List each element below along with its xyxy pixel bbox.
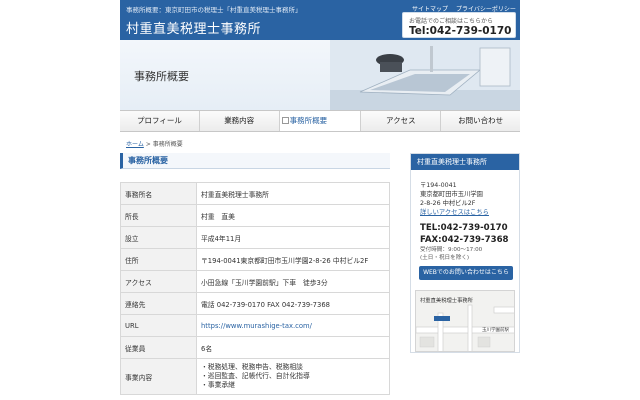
- sidebar-phone-fax: TEL:042-739-0170 FAX:042-739-7368: [420, 222, 509, 246]
- sidebar-tel[interactable]: TEL:042-739-0170: [420, 222, 509, 234]
- address-line-2: 2-8-26 中村ビル2F: [420, 200, 476, 207]
- row-key: 連絡先: [120, 292, 197, 315]
- closed-days: (土日・祝日を除く): [420, 255, 470, 261]
- office-overview-table: 事務所名 村重直美税理士事務所 所長 村重 直美 設立 平成4年11月 住所 〒194-…: [120, 182, 390, 395]
- breadcrumb-current: 事務所概要: [152, 141, 183, 148]
- row-value: 小田急線「玉川学園前駅」下車 徒歩3分: [196, 270, 390, 293]
- row-key: 設立: [120, 226, 197, 249]
- list-item: 事業承継: [201, 381, 385, 390]
- contact-note: お電話でのご相談はこちらから: [409, 18, 494, 25]
- site-header: 事務所概要：東京町田市の税理士「村重直美税理士事務所」 村重直美税理士事務所 サ…: [120, 0, 520, 40]
- nav-services[interactable]: 業務内容: [200, 111, 280, 131]
- breadcrumb: ホーム > 事務所概要: [126, 139, 183, 148]
- sidebar-contact-card: 村重直美税理士事務所 〒194-0041 東京都町田市玉川学園 2-8-26 中…: [410, 153, 520, 353]
- table-row: 住所 〒194-0041東京都町田市玉川学園2-8-26 中村ビル2F: [120, 248, 390, 271]
- map-station-label: 玉川学園前駅: [482, 328, 509, 333]
- list-item: 税務処理、税務申告、税務相談: [201, 363, 385, 372]
- address-line-1: 東京都町田市玉川学園: [420, 191, 483, 198]
- nav-office-overview[interactable]: 事務所概要: [279, 111, 362, 131]
- sidebar-hours: 受付時間：9:00～17:00 (土日・祝日を除く): [420, 246, 482, 262]
- row-value: 村重 直美: [196, 204, 390, 227]
- row-key: URL: [120, 314, 197, 337]
- table-row: 事務所名 村重直美税理士事務所: [120, 182, 390, 205]
- business-list: 税務処理、税務申告、税務相談 巡回監査、記帳代行、自計化指導 事業承継: [201, 363, 385, 390]
- row-key: アクセス: [120, 270, 197, 293]
- table-row: 事業内容 税務処理、税務申告、税務相談 巡回監査、記帳代行、自計化指導 事業承継: [120, 358, 390, 395]
- table-row: URL https://www.murashige-tax.com/: [120, 314, 390, 337]
- sidebar-title: 村重直美税理士事務所: [411, 154, 519, 170]
- nav-office-overview-label: 事務所概要: [289, 116, 328, 125]
- nav-contact[interactable]: お問い合わせ: [441, 111, 520, 131]
- table-row: アクセス 小田急線「玉川学園前駅」下車 徒歩3分: [120, 270, 390, 293]
- banner-title: 事務所概要: [134, 70, 189, 83]
- sidebar-address: 〒194-0041 東京都町田市玉川学園 2-8-26 中村ビル2F 詳しいアク…: [420, 181, 489, 217]
- row-value: 平成4年11月: [196, 226, 390, 249]
- map-office-label: 村重直美税理士事務所: [420, 298, 473, 304]
- row-key: 所長: [120, 204, 197, 227]
- row-value: 電話 042-739-0170 FAX 042-739-7368: [196, 292, 390, 315]
- business-hours: 受付時間：9:00～17:00: [420, 247, 483, 253]
- table-row: 従業員 6名: [120, 336, 390, 359]
- row-key: 住所: [120, 248, 197, 271]
- nav-profile[interactable]: プロフィール: [120, 111, 200, 131]
- website-url-link[interactable]: https://www.murashige-tax.com/: [201, 322, 312, 330]
- postal-code: 〒194-0041: [420, 182, 457, 189]
- breadcrumb-separator: >: [145, 141, 151, 148]
- row-value: 村重直美税理士事務所: [196, 182, 390, 205]
- sidebar-fax: FAX:042-739-7368: [420, 235, 509, 245]
- web-inquiry-button[interactable]: WEBでのお問い合わせはこちら: [419, 266, 513, 280]
- table-row: 連絡先 電話 042-739-0170 FAX 042-739-7368: [120, 292, 390, 315]
- access-detail-link[interactable]: 詳しいアクセスはこちら: [420, 208, 489, 217]
- row-value-cell: https://www.murashige-tax.com/: [196, 314, 390, 337]
- page-banner: 事務所概要: [120, 40, 520, 110]
- table-row: 所長 村重 直美: [120, 204, 390, 227]
- row-key: 従業員: [120, 336, 197, 359]
- table-row: 設立 平成4年11月: [120, 226, 390, 249]
- office-desk-photo: [330, 40, 520, 110]
- row-key: 事務所名: [120, 182, 197, 205]
- contact-tel[interactable]: Tel:042-739-0170: [409, 25, 511, 37]
- access-map[interactable]: 村重直美税理士事務所 玉川学園前駅: [415, 290, 515, 352]
- breadcrumb-home[interactable]: ホーム: [126, 141, 144, 148]
- list-item: 巡回監査、記帳代行、自計化指導: [201, 372, 385, 381]
- row-value: 6名: [196, 336, 390, 359]
- header-tagline: 事務所概要：東京町田市の税理士「村重直美税理士事務所」: [126, 6, 302, 14]
- section-title: 事務所概要: [120, 153, 390, 169]
- row-value: 〒194-0041東京都町田市玉川学園2-8-26 中村ビル2F: [196, 248, 390, 271]
- site-logo[interactable]: 村重直美税理士事務所: [126, 18, 261, 37]
- nav-access[interactable]: アクセス: [361, 111, 442, 131]
- header-contact-box: お電話でのご相談はこちらから Tel:042-739-0170: [402, 12, 516, 38]
- row-value-cell: 税務処理、税務申告、税務相談 巡回監査、記帳代行、自計化指導 事業承継: [196, 358, 390, 395]
- global-nav: プロフィール 業務内容 事務所概要 アクセス お問い合わせ: [120, 110, 520, 132]
- broken-image-icon: [281, 117, 289, 124]
- row-key: 事業内容: [120, 358, 197, 395]
- page-frame: 事務所概要：東京町田市の税理士「村重直美税理士事務所」 村重直美税理士事務所 サ…: [120, 0, 520, 400]
